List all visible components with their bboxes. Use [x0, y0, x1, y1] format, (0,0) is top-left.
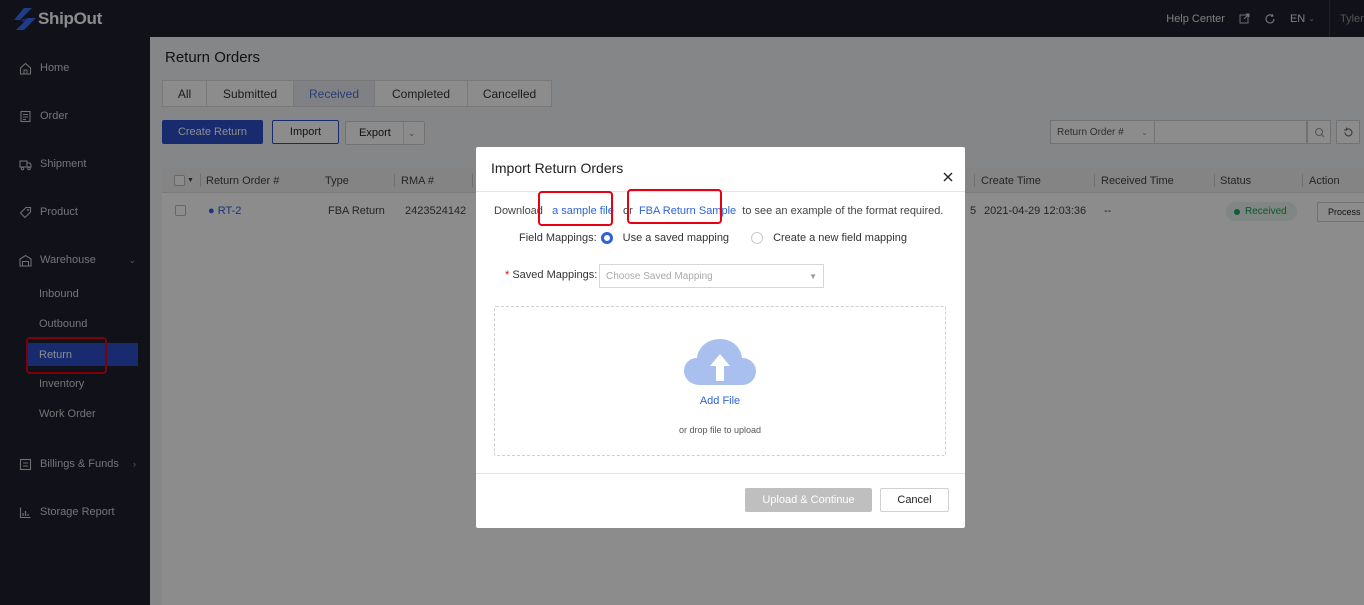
use-saved-mapping-label[interactable]: Use a saved mapping [623, 232, 729, 244]
create-new-mapping-radio[interactable] [751, 232, 764, 244]
caret-down-icon: ▼ [809, 271, 817, 281]
field-mappings-label: Field Mappings: [519, 232, 597, 244]
use-saved-mapping-radio[interactable] [600, 232, 613, 244]
cloud-upload-icon [684, 339, 756, 385]
highlight-box-fba-sample [627, 189, 722, 224]
download-suffix: to see an example of the format required… [742, 205, 944, 217]
highlight-box-sample-file [538, 191, 613, 226]
field-mappings-row: Field Mappings: Use a saved mapping Crea… [519, 232, 907, 244]
download-prefix: Download [494, 205, 543, 217]
cancel-button[interactable]: Cancel [880, 488, 949, 512]
import-return-orders-modal: Import Return Orders Download a sample f… [476, 147, 965, 528]
required-asterisk: * [505, 269, 510, 281]
saved-mapping-select[interactable]: Choose Saved Mapping ▼ [599, 264, 824, 288]
create-new-mapping-label[interactable]: Create a new field mapping [773, 232, 907, 244]
file-drop-zone[interactable]: Add File or drop file to upload [494, 306, 946, 456]
saved-mappings-label: * Saved Mappings: [505, 269, 597, 281]
add-file-link[interactable]: Add File [495, 395, 945, 407]
saved-mappings-text: Saved Mappings: [512, 269, 598, 281]
upload-continue-button[interactable]: Upload & Continue [745, 488, 872, 512]
modal-footer-divider [476, 473, 965, 474]
saved-mapping-placeholder: Choose Saved Mapping [606, 270, 713, 282]
drop-hint: or drop file to upload [678, 425, 762, 435]
modal-title: Import Return Orders [491, 160, 624, 176]
close-icon[interactable] [943, 169, 953, 187]
